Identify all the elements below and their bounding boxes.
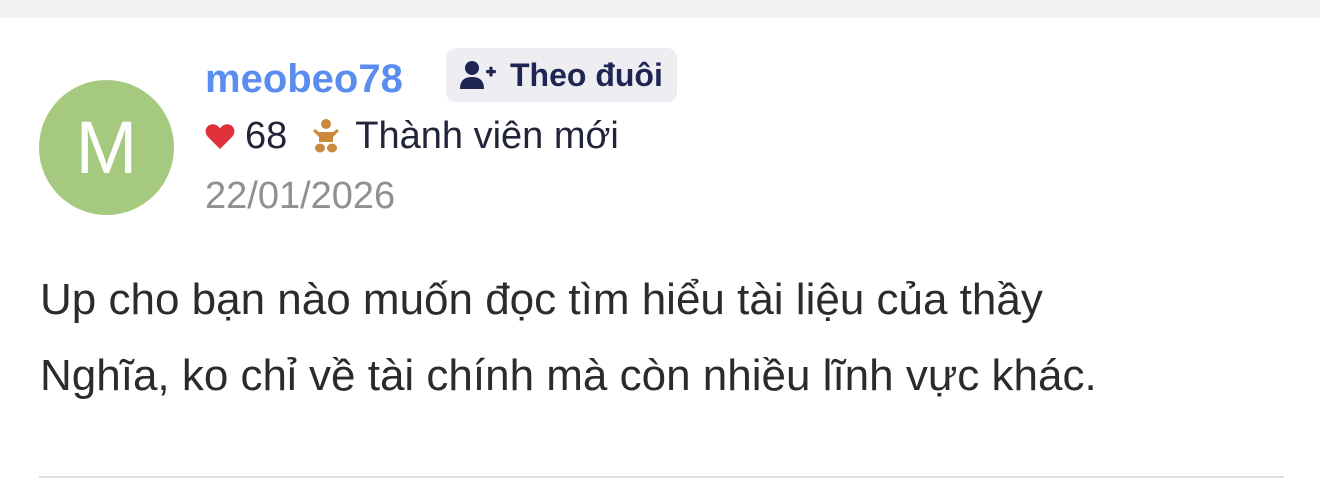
user-meta: 68 Thành viên mới	[205, 112, 619, 160]
username-link[interactable]: meobeo78	[205, 56, 403, 102]
likes-count: 68	[245, 114, 288, 157]
top-separator-strip	[0, 0, 1320, 18]
user-plus-icon	[460, 60, 498, 90]
follow-button-label: Theo đuôi	[510, 56, 663, 93]
avatar[interactable]: M	[39, 80, 174, 215]
content-line: Nghĩa, ko chỉ về tài chính mà còn nhiều …	[40, 351, 1097, 400]
member-rank: Thành viên mới	[355, 114, 619, 157]
follow-button[interactable]: Theo đuôi	[446, 48, 677, 102]
comment-post: M meobeo78 Theo đuôi 68 Thành viên mới 2…	[0, 18, 1320, 492]
post-content: Up cho bạn nào muốn đọc tìm hiểu tài liệ…	[40, 262, 1290, 414]
avatar-letter: M	[75, 105, 138, 189]
divider	[39, 476, 1284, 478]
heart-icon	[205, 123, 235, 150]
content-line: Up cho bạn nào muốn đọc tìm hiểu tài liệ…	[40, 275, 1043, 324]
post-date: 22/01/2026	[205, 175, 396, 217]
baby-icon	[311, 118, 341, 154]
